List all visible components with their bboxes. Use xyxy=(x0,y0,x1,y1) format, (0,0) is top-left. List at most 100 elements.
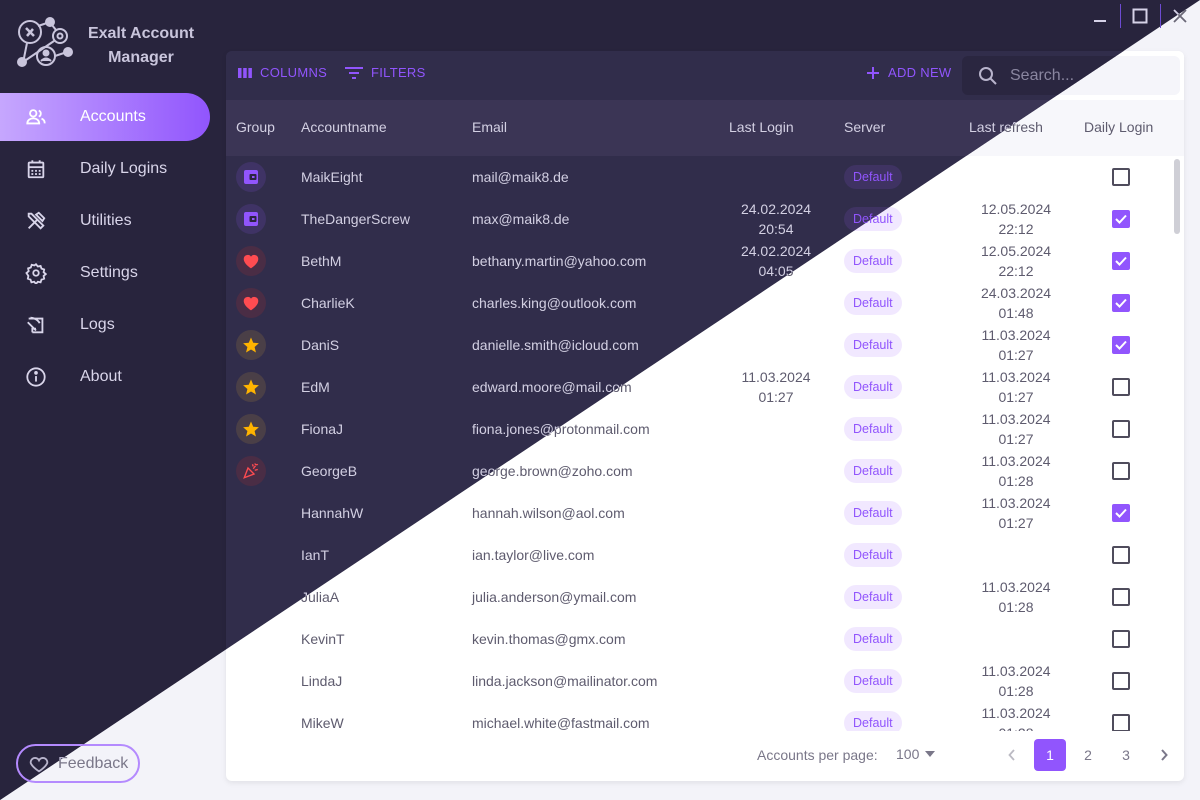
app-stage: Exalt Account Manager Accounts Daily Log… xyxy=(0,0,1200,800)
server-chip[interactable]: Default xyxy=(844,669,902,693)
sidebar-item-settings[interactable]: Settings xyxy=(0,249,226,297)
daily-login-checkbox[interactable] xyxy=(1112,672,1130,690)
email-cell: michael.white@fastmail.com xyxy=(472,715,650,731)
server-chip[interactable]: Default xyxy=(844,165,902,189)
accountname-cell: BethM xyxy=(301,253,342,269)
columns-icon xyxy=(238,67,252,78)
accountname-cell: TheDangerScrew xyxy=(301,211,410,227)
accountname-cell: CharlieK xyxy=(301,295,355,311)
prev-page-button[interactable] xyxy=(996,739,1028,771)
maximize-button[interactable] xyxy=(1120,4,1160,28)
header-last-login[interactable]: Last Login xyxy=(729,119,794,135)
page-button-3[interactable]: 3 xyxy=(1110,739,1142,771)
daily-login-checkbox[interactable] xyxy=(1112,630,1130,648)
sidebar-item-label: Utilities xyxy=(80,212,132,229)
daily-login-checkbox[interactable] xyxy=(1112,336,1130,354)
table-row[interactable]: KevinT kevin.thomas@gmx.com Default xyxy=(226,618,1184,660)
tools-icon xyxy=(24,209,48,233)
server-chip[interactable]: Default xyxy=(844,249,902,273)
server-cell: Default xyxy=(844,660,902,702)
filters-button[interactable]: FILTERS xyxy=(345,65,426,80)
group-badge[interactable] xyxy=(236,204,266,234)
sidebar-item-daily-logins[interactable]: Daily Logins xyxy=(0,145,226,193)
server-chip[interactable]: Default xyxy=(844,543,902,567)
daily-login-checkbox[interactable] xyxy=(1112,588,1130,606)
daily-login-checkbox[interactable] xyxy=(1112,462,1130,480)
group-cell xyxy=(236,492,266,534)
sidebar-item-about[interactable]: About xyxy=(0,353,226,401)
pagination: 123 xyxy=(996,739,1184,771)
header-server[interactable]: Server xyxy=(844,119,885,135)
sidebar-item-logs[interactable]: Logs xyxy=(0,301,226,349)
daily-login-checkbox[interactable] xyxy=(1112,546,1130,564)
daily-login-checkbox[interactable] xyxy=(1112,714,1130,731)
daily-login-checkbox[interactable] xyxy=(1112,168,1130,186)
group-cell xyxy=(236,576,266,618)
group-badge[interactable] xyxy=(236,246,266,276)
sidebar-item-accounts[interactable]: Accounts xyxy=(0,93,210,141)
last-login-date: 24.02.2024 xyxy=(740,243,812,259)
group-cell xyxy=(236,324,266,366)
per-page-label: Accounts per page: xyxy=(757,747,878,763)
check-icon xyxy=(1115,256,1127,266)
sidebar-item-label: Settings xyxy=(80,264,138,281)
table-row[interactable]: JuliaA julia.anderson@ymail.com Default … xyxy=(226,576,1184,618)
group-cell xyxy=(236,366,266,408)
table-row[interactable]: LindaJ linda.jackson@mailinator.com Defa… xyxy=(226,660,1184,702)
sidebar-item-utilities[interactable]: Utilities xyxy=(0,197,226,245)
accountname-cell: MaikEight xyxy=(301,169,363,185)
accountname-cell: LindaJ xyxy=(301,673,343,689)
table-scrollbar[interactable] xyxy=(1174,159,1180,234)
daily-login-checkbox[interactable] xyxy=(1112,252,1130,270)
server-chip[interactable]: Default xyxy=(844,501,902,525)
header-email[interactable]: Email xyxy=(472,119,507,135)
server-chip[interactable]: Default xyxy=(844,585,902,609)
server-chip[interactable]: Default xyxy=(844,459,902,483)
star-icon xyxy=(242,420,260,438)
email-cell: hannah.wilson@aol.com xyxy=(472,505,625,521)
last-refresh-cell: 11.03.2024 01:28 xyxy=(966,660,1066,702)
group-badge[interactable] xyxy=(236,288,266,318)
server-chip[interactable]: Default xyxy=(844,291,902,315)
server-chip[interactable]: Default xyxy=(844,333,902,357)
daily-login-checkbox[interactable] xyxy=(1112,420,1130,438)
page-button-1[interactable]: 1 xyxy=(1034,739,1066,771)
group-cell xyxy=(236,660,266,702)
group-badge[interactable] xyxy=(236,456,266,486)
per-page-select[interactable]: 100 xyxy=(896,746,936,762)
server-chip[interactable]: Default xyxy=(844,375,902,399)
header-accountname[interactable]: Accountname xyxy=(301,119,387,135)
last-login-cell xyxy=(726,660,826,702)
group-badge[interactable] xyxy=(236,414,266,444)
daily-login-checkbox[interactable] xyxy=(1112,378,1130,396)
party-icon xyxy=(242,462,260,480)
server-chip[interactable]: Default xyxy=(844,711,902,731)
accountname-cell: MikeW xyxy=(301,715,344,731)
daily-login-checkbox[interactable] xyxy=(1112,504,1130,522)
email-cell: danielle.smith@icloud.com xyxy=(472,337,639,353)
page-list: 123 xyxy=(1034,739,1148,771)
group-badge[interactable] xyxy=(236,330,266,360)
add-new-button[interactable]: ADD NEW xyxy=(866,65,952,80)
next-page-button[interactable] xyxy=(1148,739,1180,771)
header-daily-login[interactable]: Daily Login xyxy=(1084,119,1153,135)
last-login-cell xyxy=(726,576,826,618)
daily-login-checkbox[interactable] xyxy=(1112,210,1130,228)
table-toolbar: COLUMNS FILTERS ADD NEW xyxy=(226,51,1184,100)
last-login-cell xyxy=(726,156,826,198)
header-group[interactable]: Group xyxy=(236,119,275,135)
minimize-button[interactable] xyxy=(1080,4,1120,28)
heart-icon xyxy=(242,295,260,311)
daily-login-cell xyxy=(1111,324,1131,366)
table-row[interactable]: MikeW michael.white@fastmail.com Default… xyxy=(226,702,1184,731)
daily-login-checkbox[interactable] xyxy=(1112,294,1130,312)
server-chip[interactable]: Default xyxy=(844,627,902,651)
wallet-icon xyxy=(243,211,259,227)
columns-button[interactable]: COLUMNS xyxy=(238,65,327,80)
group-badge[interactable] xyxy=(236,162,266,192)
page-button-2[interactable]: 2 xyxy=(1072,739,1104,771)
group-badge[interactable] xyxy=(236,372,266,402)
server-chip[interactable]: Default xyxy=(844,417,902,441)
daily-login-cell xyxy=(1111,660,1131,702)
caret-down-icon xyxy=(925,751,936,757)
